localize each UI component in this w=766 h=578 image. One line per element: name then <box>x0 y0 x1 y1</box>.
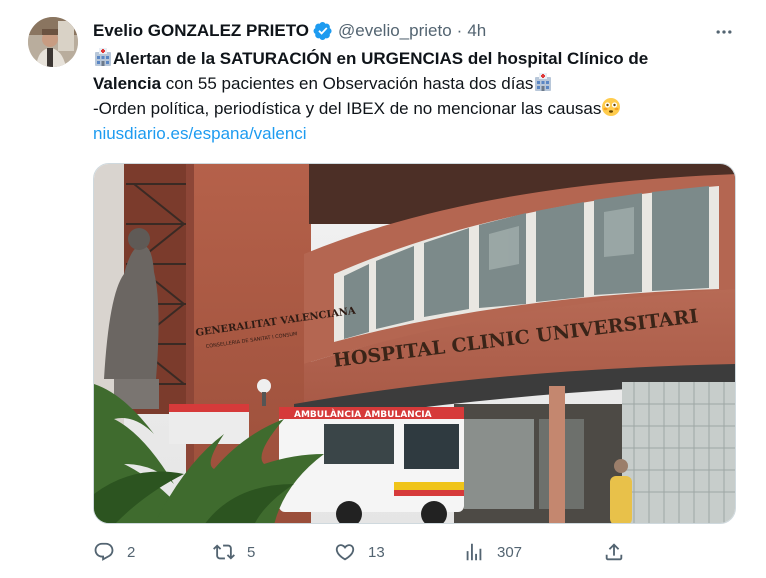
like-icon <box>335 544 355 561</box>
views-count: 307 <box>497 543 523 561</box>
flushed-emoji-icon <box>602 98 621 116</box>
hospital-emoji-icon <box>535 73 552 91</box>
views-icon <box>466 543 482 561</box>
tweet-text-line-3: -Orden política, periodística y del IBEX… <box>93 96 743 121</box>
like-button[interactable]: 13 <box>334 537 385 567</box>
reply-button[interactable]: 2 <box>93 537 135 567</box>
retweet-icon <box>213 544 235 560</box>
header-separator: · <box>456 21 463 40</box>
tweet-text: Alertan de la SATURACIÓN en URGENCIAS de… <box>93 46 743 146</box>
headline-rest: con 55 pacientes en Observación hasta do… <box>161 74 534 93</box>
commentary-text: -Orden política, periodística y del IBEX… <box>93 99 602 118</box>
tweet-text-line-1: Alertan de la SATURACIÓN en URGENCIAS de… <box>93 46 743 71</box>
tweet-media-image[interactable]: HOSPITAL CLINIC UNIVERSITARI GENERALITAT… <box>93 163 736 524</box>
share-button[interactable] <box>603 537 625 567</box>
tweet[interactable]: Evelio GONZALEZ PRIETO @evelio_prieto · … <box>0 0 766 578</box>
article-link[interactable]: niusdiario.es/espana/valenci <box>93 121 743 146</box>
tweet-timestamp[interactable]: 4h <box>467 21 486 41</box>
headline-part-1: Alertan de la SATURACIÓN en URGENCIAS de… <box>113 49 649 68</box>
avatar[interactable] <box>28 17 78 67</box>
share-icon <box>605 543 623 561</box>
author-name[interactable]: Evelio GONZALEZ PRIETO <box>93 21 309 41</box>
headline-part-2: Valencia <box>93 74 162 93</box>
verified-icon <box>313 22 332 40</box>
tweet-header: Evelio GONZALEZ PRIETO @evelio_prieto · … <box>93 19 486 43</box>
reply-count: 2 <box>127 543 136 561</box>
like-count: 13 <box>368 543 385 561</box>
ambulance-label: AMBULÀNCIA AMBULANCIA <box>294 408 432 420</box>
author-handle[interactable]: @evelio_prieto <box>338 21 452 41</box>
more-icon[interactable] <box>712 20 736 44</box>
retweet-button[interactable]: 5 <box>213 537 255 567</box>
reply-icon <box>94 542 114 561</box>
tweet-text-line-2: Valencia con 55 pacientes en Observación… <box>93 71 743 96</box>
views-button[interactable]: 307 <box>463 537 522 567</box>
retweet-count: 5 <box>247 543 256 561</box>
action-bar: 2 5 13 307 <box>93 537 653 567</box>
hospital-emoji-icon <box>95 48 111 66</box>
